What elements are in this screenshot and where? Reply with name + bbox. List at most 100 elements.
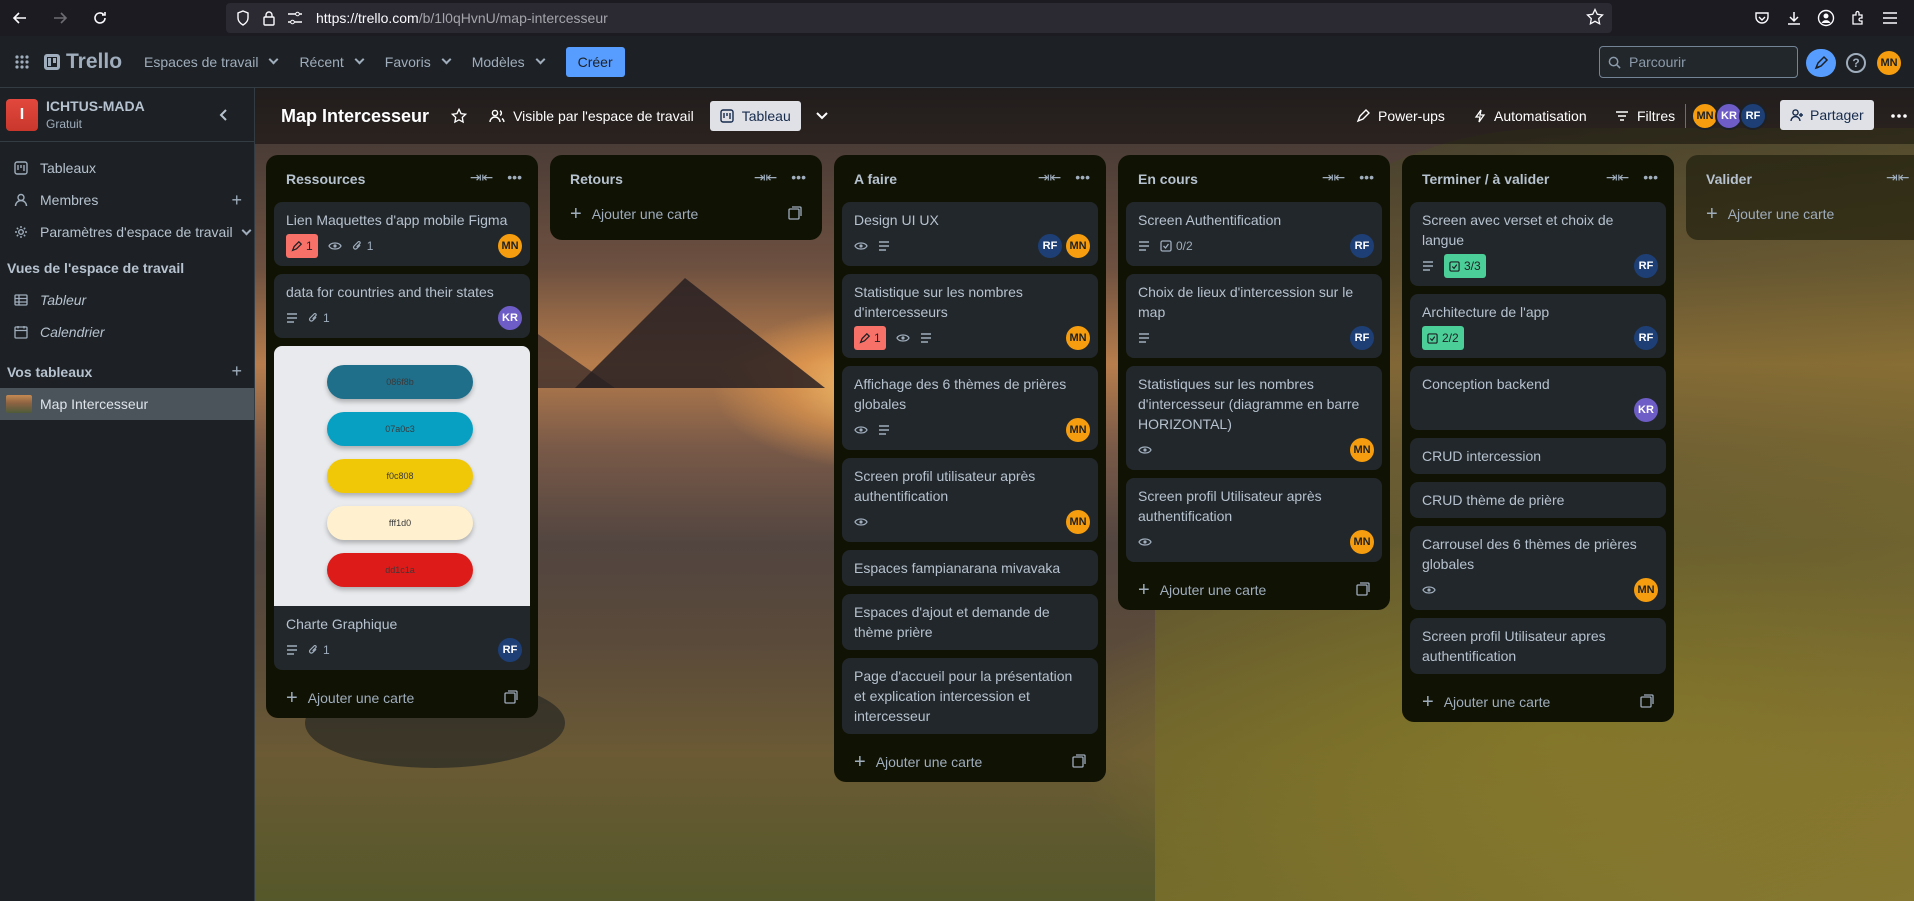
collapse-list-icon[interactable]: ⇥⇤	[470, 169, 493, 186]
list-title[interactable]: Retours	[570, 171, 623, 187]
card-member-avatar[interactable]: RF	[1634, 254, 1658, 278]
card[interactable]: CRUD intercession	[1410, 438, 1666, 474]
list-menu-icon[interactable]: •••	[1359, 169, 1374, 186]
sidebar-board-map-intercesseur[interactable]: Map Intercesseur	[0, 388, 254, 420]
add-member-icon[interactable]: +	[231, 190, 242, 211]
card-member-avatar[interactable]: MN	[1066, 326, 1090, 350]
card[interactable]: Design UI UX RF MN	[842, 202, 1098, 266]
card[interactable]: Screen avec verset et choix de langue 3/…	[1410, 202, 1666, 286]
sidebar-item-settings[interactable]: Paramètres d'espace de travail	[0, 216, 254, 248]
add-card-button[interactable]: + Ajouter une carte	[1126, 570, 1382, 610]
add-card-button[interactable]: + Ajouter une carte	[558, 194, 814, 234]
download-icon[interactable]	[1780, 4, 1808, 32]
menu-icon[interactable]	[1876, 4, 1904, 32]
app-switcher-icon[interactable]	[4, 44, 40, 80]
menu-templates[interactable]: Modèles	[472, 54, 546, 70]
workspace-logo[interactable]: I	[6, 98, 38, 131]
card-member-avatar[interactable]: MN	[1066, 510, 1090, 534]
card-member-avatar[interactable]: MN	[1350, 438, 1374, 462]
collapse-list-icon[interactable]: ⇥⇤	[1322, 169, 1345, 186]
list-title[interactable]: Valider	[1706, 171, 1752, 187]
card[interactable]: Page d'accueil pour la présentation et e…	[842, 658, 1098, 734]
card-member-avatar[interactable]: MN	[498, 234, 522, 258]
card-member-avatar[interactable]: MN	[1066, 418, 1090, 442]
board-menu-icon[interactable]	[1891, 114, 1907, 118]
help-icon[interactable]: ?	[1846, 53, 1866, 73]
add-card-button[interactable]: + Ajouter une carte	[842, 742, 1098, 782]
sidebar-item-calendar[interactable]: Calendrier	[0, 316, 254, 348]
bookmark-star-icon[interactable]	[1586, 8, 1604, 26]
notifications-button[interactable]	[1806, 49, 1836, 77]
card[interactable]: Conception backend KR	[1410, 366, 1666, 430]
card[interactable]: Lien Maquettes d'app mobile Figma 1 1 MN	[274, 202, 530, 266]
pocket-icon[interactable]	[1748, 4, 1776, 32]
card[interactable]: 086f8b 07a0c3 f0c808 fff1d0 dd1c1a Chart…	[274, 346, 530, 670]
template-icon[interactable]	[504, 690, 518, 704]
collapse-list-icon[interactable]: ⇥⇤	[754, 169, 777, 186]
card[interactable]: Screen Authentification 0/2 RF	[1126, 202, 1382, 266]
card-member-avatar[interactable]: KR	[1634, 398, 1658, 422]
card-member-avatar[interactable]: RF	[1350, 234, 1374, 258]
add-card-button[interactable]: + Ajouter une carte	[1694, 194, 1914, 234]
list-menu-icon[interactable]: •••	[1075, 169, 1090, 186]
list-title[interactable]: Ressources	[286, 171, 365, 187]
collapse-list-icon[interactable]: ⇥⇤	[1038, 169, 1061, 186]
card[interactable]: Statistiques sur les nombres d'intercess…	[1126, 366, 1382, 470]
list-menu-icon[interactable]: •••	[791, 169, 806, 186]
user-avatar[interactable]: MN	[1877, 51, 1901, 75]
card-member-avatar[interactable]: RF	[1038, 234, 1062, 258]
board-member-avatar[interactable]: RF	[1739, 102, 1767, 130]
list-title[interactable]: En cours	[1138, 171, 1198, 187]
reload-icon[interactable]	[86, 4, 114, 32]
search-input[interactable]: Parcourir	[1599, 46, 1798, 78]
card-member-avatar[interactable]: RF	[1350, 326, 1374, 350]
sidebar-item-boards[interactable]: Tableaux	[0, 152, 254, 184]
page-settings-icon[interactable]	[284, 7, 306, 29]
url-bar[interactable]: https://trello.com/b/1l0qHvnU/map-interc…	[226, 3, 1612, 33]
card-member-avatar[interactable]: MN	[1066, 234, 1090, 258]
forward-icon[interactable]	[46, 4, 74, 32]
card[interactable]: data for countries and their states 1 KR	[274, 274, 530, 338]
card[interactable]: Carrousel des 6 thèmes de prières global…	[1410, 526, 1666, 610]
back-icon[interactable]	[6, 4, 34, 32]
share-button[interactable]: Partager	[1780, 100, 1874, 130]
template-icon[interactable]	[1640, 694, 1654, 708]
template-icon[interactable]	[1356, 582, 1370, 596]
add-card-button[interactable]: + Ajouter une carte	[274, 678, 530, 718]
sidebar-item-table[interactable]: Tableur	[0, 284, 254, 316]
star-board-icon[interactable]	[451, 108, 468, 124]
menu-workspaces[interactable]: Espaces de travail	[144, 54, 279, 70]
template-icon[interactable]	[788, 206, 802, 220]
collapse-list-icon[interactable]: ⇥⇤	[1886, 169, 1909, 186]
menu-starred[interactable]: Favoris	[385, 54, 452, 70]
card-member-avatar[interactable]: RF	[1634, 326, 1658, 350]
card[interactable]: Screen profil Utilisateur après authenti…	[1126, 478, 1382, 562]
automation-button[interactable]: Automatisation	[1474, 108, 1587, 124]
account-icon[interactable]	[1812, 4, 1840, 32]
visibility-button[interactable]: Visible par l'espace de travail	[489, 108, 694, 124]
create-button[interactable]: Créer	[565, 46, 625, 77]
card-member-avatar[interactable]: RF	[498, 638, 522, 662]
collapse-list-icon[interactable]: ⇥⇤	[1606, 169, 1629, 186]
extensions-icon[interactable]	[1844, 4, 1872, 32]
board-view-button[interactable]: Tableau	[709, 101, 801, 131]
workspace-name[interactable]: ICHTUS-MADA	[46, 98, 145, 114]
template-icon[interactable]	[1072, 754, 1086, 768]
card[interactable]: Affichage des 6 thèmes de prières global…	[842, 366, 1098, 450]
add-board-icon[interactable]: +	[231, 361, 242, 382]
card[interactable]: Architecture de l'app 2/2 RF	[1410, 294, 1666, 358]
powerups-button[interactable]: Power-ups	[1356, 108, 1445, 124]
card-member-avatar[interactable]: MN	[1634, 578, 1658, 602]
card[interactable]: Screen profil utilisateur après authenti…	[842, 458, 1098, 542]
list-menu-icon[interactable]: •••	[507, 169, 522, 186]
card-member-avatar[interactable]: KR	[498, 306, 522, 330]
list-menu-icon[interactable]: •••	[1643, 169, 1658, 186]
views-chevron-down-icon[interactable]	[815, 111, 829, 121]
card[interactable]: CRUD thème de prière	[1410, 482, 1666, 518]
filters-button[interactable]: Filtres	[1615, 108, 1675, 124]
lock-icon[interactable]	[258, 7, 280, 29]
card[interactable]: Screen profil Utilisateur apres authenti…	[1410, 618, 1666, 674]
card[interactable]: Espaces d'ajout et demande de thème priè…	[842, 594, 1098, 650]
board-title[interactable]: Map Intercesseur	[281, 106, 429, 127]
add-card-button[interactable]: + Ajouter une carte	[1410, 682, 1666, 722]
